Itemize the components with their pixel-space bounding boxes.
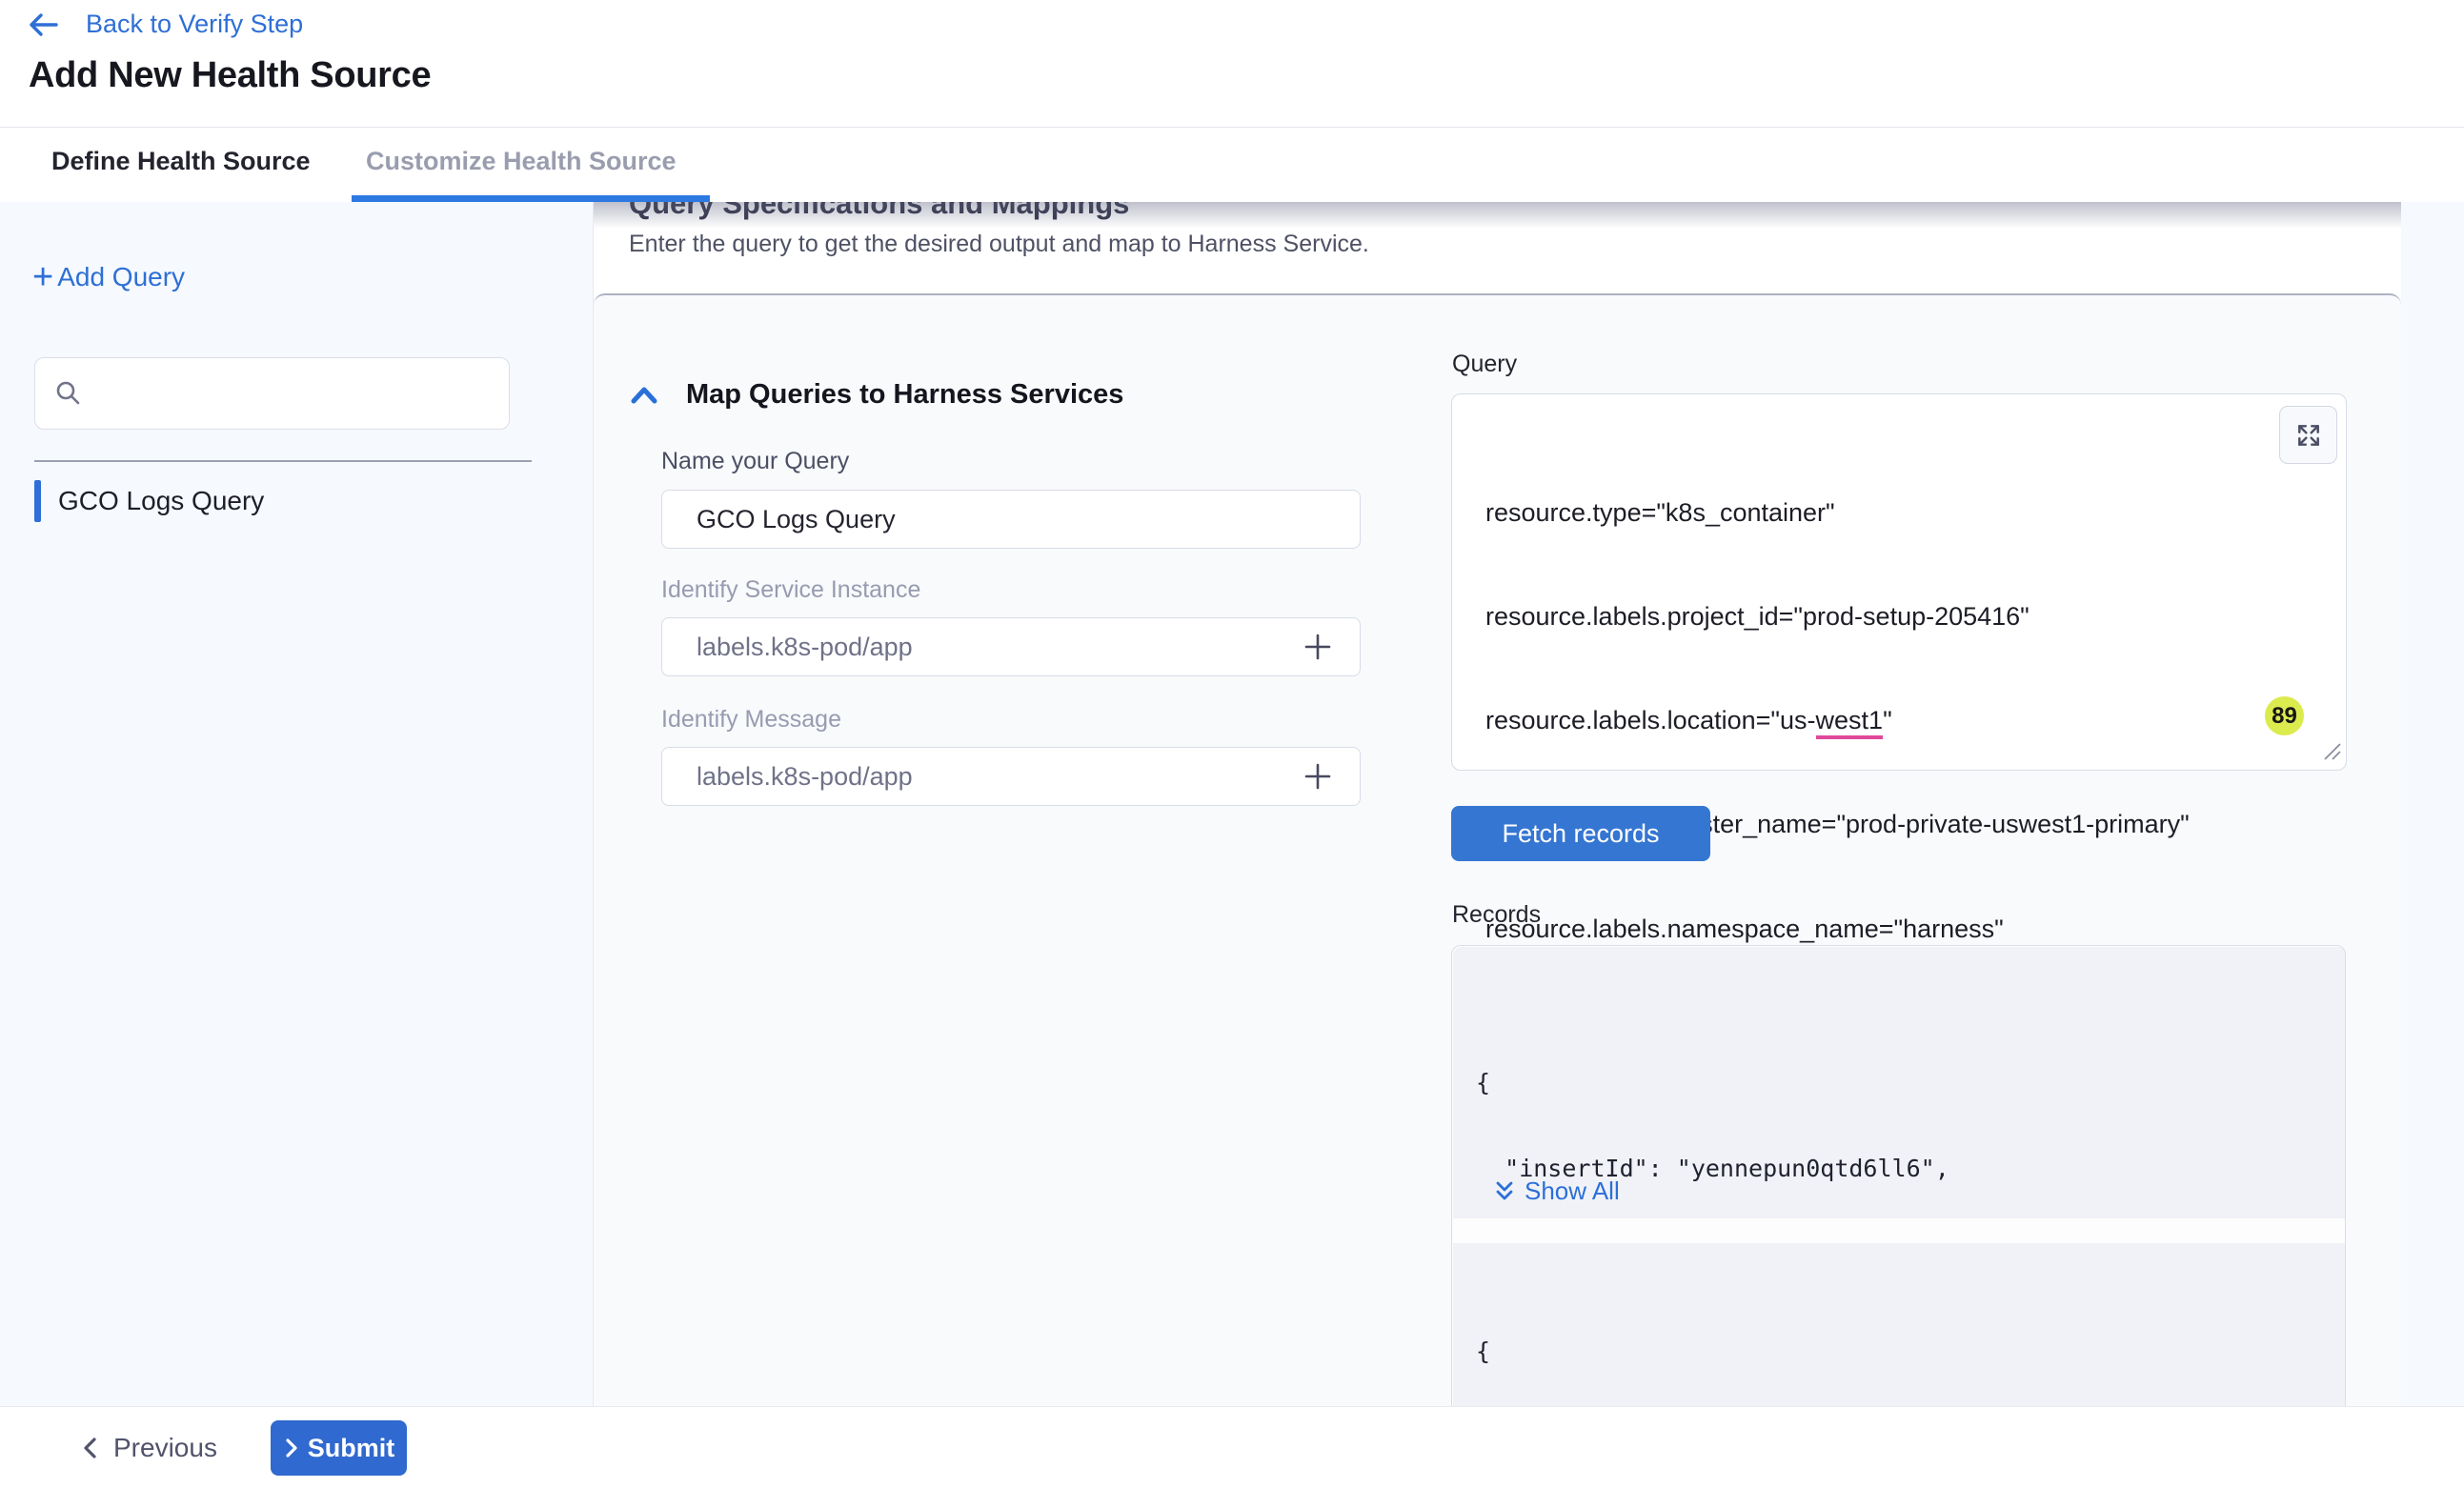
- name-query-label: Name your Query: [661, 448, 849, 475]
- expand-query-button[interactable]: [2279, 406, 2337, 464]
- add-query-label: Add Query: [57, 262, 185, 292]
- query-mapping-card: Map Queries to Harness Services Name you…: [594, 293, 2401, 1406]
- sidebar-item-gco-logs-query[interactable]: GCO Logs Query: [34, 479, 264, 523]
- plus-icon: [1302, 631, 1334, 663]
- record-json: { "insertId": "r6rk2tnah3owf5eh", "jsonP…: [1453, 1243, 2346, 1406]
- query-sidebar: + Add Query GCO Logs Query: [0, 202, 594, 1406]
- query-search-input[interactable]: [96, 365, 509, 422]
- chevron-right-icon: [283, 1437, 300, 1459]
- service-instance-input[interactable]: [661, 617, 1361, 676]
- tab-define-health-source[interactable]: Define Health Source: [51, 147, 311, 176]
- submit-label: Submit: [308, 1434, 395, 1463]
- map-queries-header: Map Queries to Harness Services: [629, 379, 1123, 411]
- add-message-button[interactable]: [1299, 757, 1337, 795]
- query-name-input[interactable]: [661, 490, 1361, 549]
- chevron-up-icon[interactable]: [629, 385, 659, 406]
- chevron-left-icon: [81, 1436, 102, 1460]
- double-chevron-down-icon: [1493, 1179, 1516, 1204]
- character-count-badge: 89: [2265, 696, 2304, 735]
- show-all-link[interactable]: Show All: [1493, 1176, 1620, 1206]
- previous-label: Previous: [113, 1433, 217, 1463]
- footer-bar: Previous Submit: [0, 1406, 2464, 1488]
- identify-message-label: Identify Message: [661, 706, 841, 734]
- resize-handle[interactable]: [2321, 740, 2342, 766]
- add-service-instance-button[interactable]: [1299, 628, 1337, 666]
- query-label: Query: [1452, 351, 1517, 378]
- plus-icon: [1302, 760, 1334, 793]
- records-panel: { "insertId": "yennepun0qtd6ll6", "jsonP…: [1451, 945, 2346, 1406]
- record-item: { "insertId": "yennepun0qtd6ll6", "jsonP…: [1453, 947, 2346, 1218]
- identify-message-input[interactable]: [661, 747, 1361, 806]
- identify-service-instance-label: Identify Service Instance: [661, 576, 920, 604]
- add-health-source-page: Back to Verify Step Add New Health Sourc…: [0, 0, 2464, 1488]
- page-title: Add New Health Source: [29, 55, 431, 96]
- active-tab-underline: [352, 195, 710, 202]
- back-link-label: Back to Verify Step: [86, 10, 303, 39]
- previous-button[interactable]: Previous: [81, 1420, 217, 1476]
- tab-customize-health-source[interactable]: Customize Health Source: [366, 147, 677, 176]
- selected-query-indicator: [34, 480, 41, 522]
- record-item: { "insertId": "r6rk2tnah3owf5eh", "jsonP…: [1453, 1243, 2346, 1406]
- sidebar-divider: [34, 460, 532, 462]
- content-area: + Add Query GCO Logs Query Query Specifi…: [0, 202, 2464, 1406]
- submit-button[interactable]: Submit: [271, 1420, 407, 1476]
- section-title: Query Specifications and Mappings: [629, 202, 1129, 221]
- header-divider: [0, 127, 2464, 128]
- main-panel: Query Specifications and Mappings Enter …: [594, 202, 2401, 1406]
- back-to-verify-step-link[interactable]: Back to Verify Step: [27, 10, 303, 39]
- query-item-label: GCO Logs Query: [58, 486, 264, 516]
- add-query-button[interactable]: + Add Query: [32, 261, 185, 293]
- query-input[interactable]: resource.type="k8s_container" resource.l…: [1451, 393, 2347, 771]
- section-subtitle: Enter the query to get the desired outpu…: [629, 231, 1369, 258]
- expand-icon: [2295, 422, 2322, 449]
- query-search-box: [34, 357, 510, 430]
- records-label: Records: [1452, 901, 1541, 929]
- show-all-label: Show All: [1525, 1176, 1620, 1206]
- map-queries-heading: Map Queries to Harness Services: [686, 379, 1123, 411]
- plus-icon: +: [32, 261, 53, 293]
- page-header: Back to Verify Step Add New Health Sourc…: [0, 0, 2464, 202]
- fetch-records-button[interactable]: Fetch records: [1451, 806, 1710, 861]
- search-icon: [54, 379, 83, 408]
- page-background-strip: [2401, 202, 2464, 1406]
- back-arrow-icon: [27, 11, 59, 38]
- misspelled-word: west1: [1816, 706, 1884, 739]
